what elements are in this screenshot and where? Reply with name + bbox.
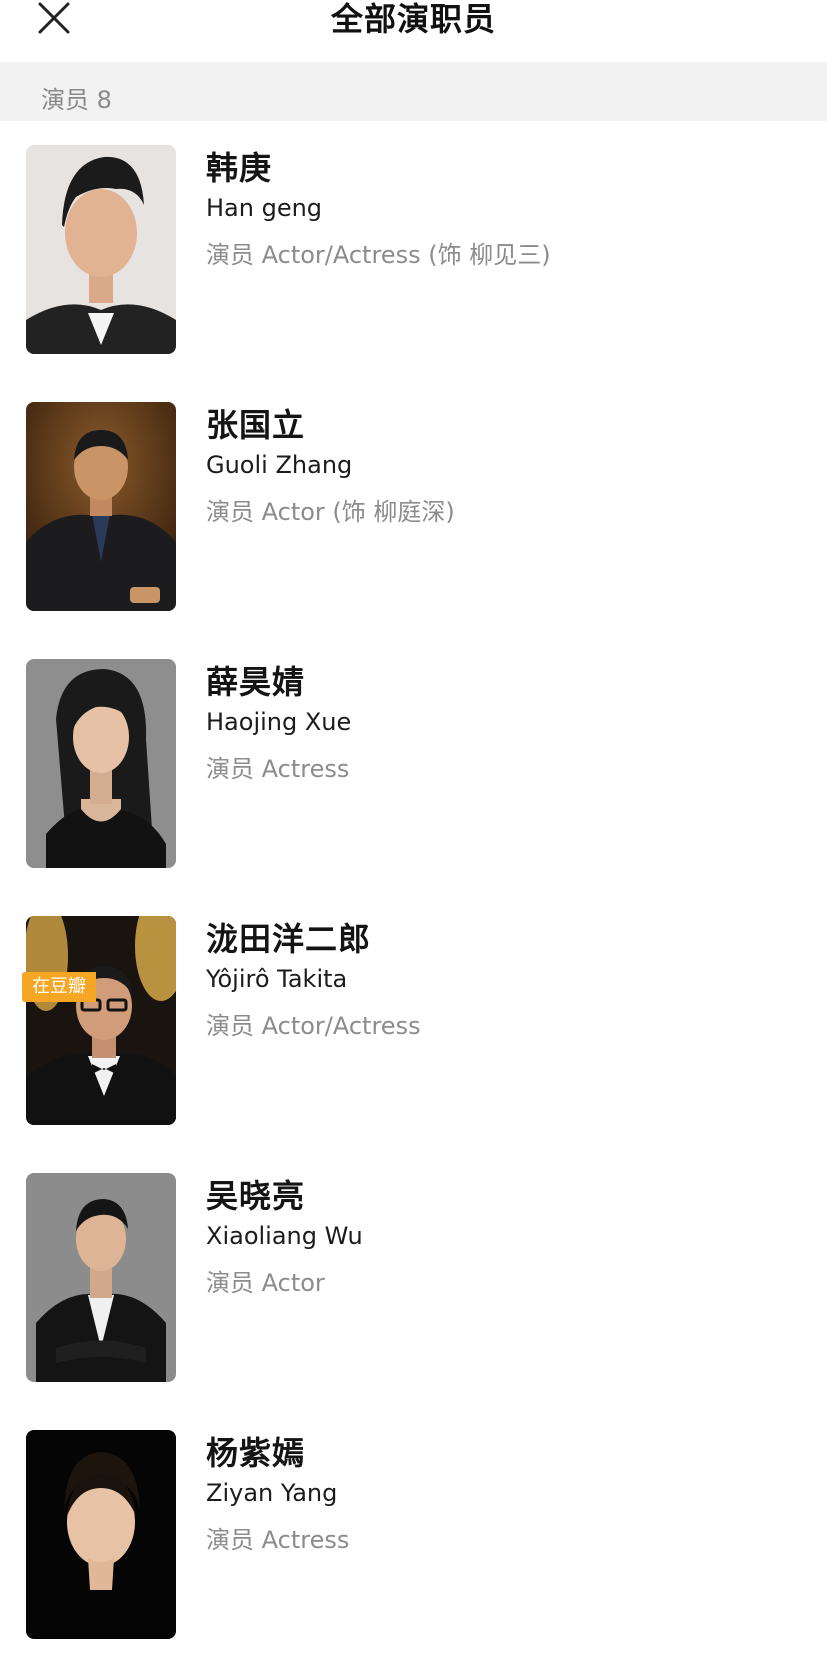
cast-name-en: Xiaoliang Wu [206,1222,363,1250]
avatar[interactable] [26,659,176,868]
cast-item[interactable]: 吴晓亮 Xiaoliang Wu 演员 Actor [0,1149,827,1407]
cast-role: 演员 Actress [206,1526,350,1554]
cast-item[interactable]: 韩庚 Han geng 演员 Actor/Actress (饰 柳见三) [0,121,827,379]
cast-role: 演员 Actress [206,755,350,783]
avatar[interactable] [26,145,176,354]
cast-role: 演员 Actor (饰 柳庭深) [206,498,455,526]
cast-name-cn: 杨紫嫣 [206,1434,306,1472]
cast-section-header: 演员 8 [0,62,827,121]
avatar[interactable] [26,1430,176,1639]
cast-item[interactable]: 张国立 Guoli Zhang 演员 Actor (饰 柳庭深) [0,378,827,636]
cast-name-cn: 张国立 [206,406,306,444]
avatar[interactable] [26,916,176,1125]
cast-name-cn: 吴晓亮 [206,1177,306,1215]
avatar[interactable] [26,1173,176,1382]
cast-role: 演员 Actor [206,1269,325,1297]
cast-name-en: Guoli Zhang [206,451,353,479]
section-label: 演员 8 [41,86,112,114]
cast-name-cn: 韩庚 [206,149,273,187]
cast-name-cn: 薛昊婧 [206,663,306,701]
cast-name-en: Ziyan Yang [206,1479,338,1507]
cast-name-en: Yôjirô Takita [206,965,348,993]
douban-badge[interactable]: 在豆瓣 [22,972,96,1002]
cast-name-cn: 泷田洋二郎 [206,920,372,958]
cast-name-en: Han geng [206,194,323,222]
avatar[interactable] [26,402,176,611]
page-title: 全部演职员 [330,0,496,38]
cast-item[interactable]: 泷田洋二郎 Yôjirô Takita 演员 Actor/Actress [0,892,827,1150]
cast-role: 演员 Actor/Actress [206,1012,421,1040]
top-bar: 全部演职员 [0,0,827,62]
cast-item[interactable]: 杨紫嫣 Ziyan Yang 演员 Actress [0,1406,827,1664]
cast-role: 演员 Actor/Actress (饰 柳见三) [206,241,551,269]
cast-item[interactable]: 薛昊婧 Haojing Xue 演员 Actress [0,635,827,893]
cast-name-en: Haojing Xue [206,708,352,736]
